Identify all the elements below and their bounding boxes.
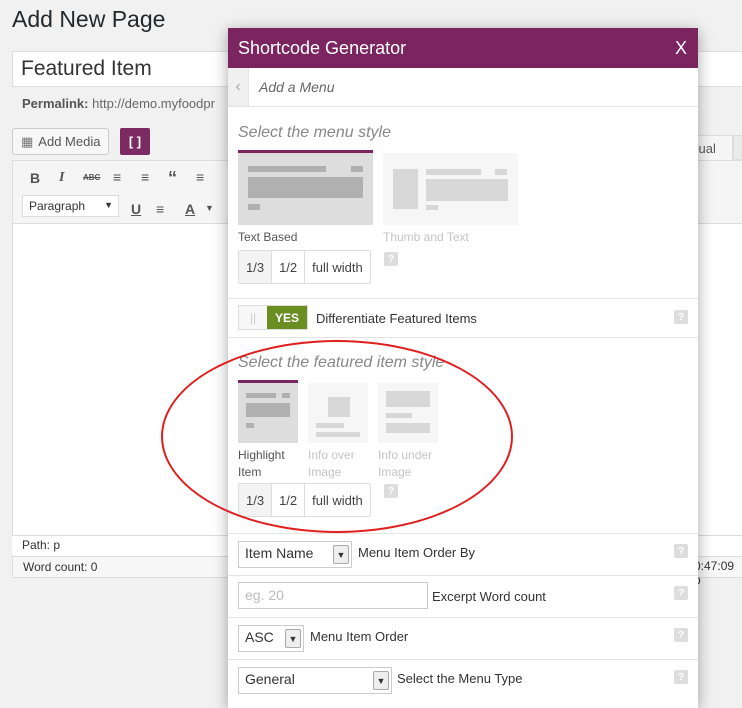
- strikethrough-icon[interactable]: ABC: [83, 173, 100, 182]
- featured-style-title: Select the featured item style: [238, 354, 445, 371]
- back-icon[interactable]: ‹: [228, 68, 249, 106]
- help-icon[interactable]: ?: [674, 670, 688, 684]
- numbered-list-icon[interactable]: ≡: [141, 169, 149, 185]
- chevron-down-icon: ▼: [285, 629, 301, 648]
- excerpt-word-count-input[interactable]: eg. 20: [238, 582, 428, 609]
- page-title: Add New Page: [12, 6, 166, 32]
- format-select[interactable]: Paragraph ▼: [22, 195, 119, 217]
- toggle-off-part: ||: [239, 306, 267, 329]
- bullet-list-icon[interactable]: ≡: [113, 169, 121, 185]
- chevron-down-icon: ▼: [373, 671, 389, 690]
- width-option-one-third[interactable]: 1/3: [239, 484, 273, 516]
- help-icon[interactable]: ?: [384, 484, 398, 498]
- breadcrumb-label: Add a Menu: [259, 79, 335, 95]
- excerpt-label: Excerpt Word count: [432, 589, 546, 604]
- add-media-label: Add Media: [38, 134, 101, 149]
- featured-toggle-section: || YES Differentiate Featured Items ?: [228, 299, 698, 338]
- featured-style-info-under[interactable]: Info under Image: [378, 383, 438, 481]
- modal-header: Shortcode Generator X: [228, 28, 698, 68]
- menu-style-title: Select the menu style: [238, 124, 391, 141]
- toggle-on-part: YES: [267, 306, 307, 329]
- info-over-thumbnail: [308, 383, 368, 443]
- order-row: ASC ▼ Menu Item Order ?: [228, 618, 698, 660]
- menu-type-row: General ▼ Select the Menu Type ?: [228, 660, 698, 701]
- width-option-one-third[interactable]: 1/3: [239, 251, 273, 283]
- breadcrumb: ‹ Add a Menu: [228, 68, 698, 107]
- tab-text[interactable]: [733, 135, 742, 160]
- permalink[interactable]: Permalink: http://demo.myfoodpr: [22, 96, 215, 111]
- featured-style-highlight[interactable]: Highlight Item: [238, 380, 298, 481]
- menu-type-label: Select the Menu Type: [397, 671, 523, 686]
- order-value: ASC: [245, 629, 274, 645]
- featured-style-label: Info under: [378, 448, 433, 462]
- menu-style-thumb-and-text[interactable]: Thumb and Text: [383, 153, 518, 246]
- width-option-half[interactable]: 1/2: [272, 484, 306, 516]
- order-by-row: Item Name ▼ Menu Item Order By ?: [228, 534, 698, 576]
- featured-style-label: Image: [378, 465, 412, 479]
- blockquote-icon[interactable]: “: [168, 168, 177, 189]
- featured-style-info-over[interactable]: Info over Image: [308, 383, 368, 481]
- help-icon[interactable]: ?: [674, 586, 688, 600]
- menu-type-select[interactable]: General ▼: [238, 667, 392, 694]
- help-icon[interactable]: ?: [674, 310, 688, 324]
- help-icon[interactable]: ?: [674, 544, 688, 558]
- order-label: Menu Item Order: [310, 629, 409, 644]
- menu-type-value: General: [245, 671, 295, 687]
- differentiate-toggle[interactable]: || YES: [238, 305, 308, 330]
- thumb-and-text-thumbnail: [383, 153, 518, 225]
- last-edited-time: 0:47:09 p: [694, 559, 735, 587]
- order-select[interactable]: ASC ▼: [238, 625, 304, 652]
- featured-style-label: Item: [238, 465, 262, 479]
- text-color-icon[interactable]: A: [185, 201, 195, 217]
- justify-icon[interactable]: ≡: [156, 201, 164, 217]
- format-select-value: Paragraph: [29, 199, 86, 213]
- width-option-full[interactable]: full width: [305, 484, 370, 516]
- add-media-button[interactable]: ▦ Add Media: [12, 128, 110, 155]
- order-by-value: Item Name: [245, 545, 314, 561]
- permalink-url[interactable]: http://demo.myfoodpr: [92, 96, 215, 111]
- italic-icon[interactable]: I: [59, 170, 64, 186]
- menu-width-selector: 1/3 1/2 full width: [238, 250, 371, 284]
- menu-style-label: Text Based: [238, 230, 298, 244]
- modal-title: Shortcode Generator: [238, 37, 407, 58]
- shortcode-generator-modal: Shortcode Generator X ‹ Add a Menu Selec…: [228, 28, 698, 708]
- highlight-thumbnail: [238, 380, 298, 443]
- bold-icon[interactable]: B: [30, 170, 40, 186]
- close-icon[interactable]: X: [675, 38, 687, 59]
- featured-width-selector: 1/3 1/2 full width: [238, 483, 371, 517]
- align-left-icon[interactable]: ≡: [196, 169, 204, 185]
- media-icon: ▦: [21, 133, 34, 149]
- help-icon[interactable]: ?: [674, 628, 688, 642]
- permalink-label: Permalink:: [22, 96, 89, 111]
- width-option-half[interactable]: 1/2: [272, 251, 306, 283]
- underline-icon[interactable]: U: [131, 201, 141, 217]
- menu-style-label: Thumb and Text: [383, 230, 469, 244]
- order-by-select[interactable]: Item Name ▼: [238, 541, 352, 568]
- width-option-full[interactable]: full width: [305, 251, 370, 283]
- excerpt-row: eg. 20 Excerpt Word count ?: [228, 576, 698, 618]
- featured-style-section: Select the featured item style Highlight…: [228, 338, 698, 534]
- order-by-label: Menu Item Order By: [358, 545, 476, 560]
- featured-style-label: Highlight: [238, 448, 285, 462]
- chevron-down-icon: ▼: [104, 200, 113, 210]
- chevron-down-icon[interactable]: ▼: [205, 203, 214, 213]
- chevron-down-icon: ▼: [333, 545, 349, 564]
- differentiate-label: Differentiate Featured Items: [316, 311, 477, 326]
- menu-style-text-based[interactable]: Text Based: [238, 150, 373, 246]
- text-based-thumbnail: [238, 150, 373, 225]
- info-under-thumbnail: [378, 383, 438, 443]
- featured-style-label: Info over: [308, 448, 355, 462]
- featured-style-label: Image: [308, 465, 342, 479]
- help-icon[interactable]: ?: [384, 252, 398, 266]
- shortcode-button[interactable]: [ ]: [120, 128, 150, 155]
- menu-style-section: Select the menu style Text Based Thumb a…: [228, 107, 698, 299]
